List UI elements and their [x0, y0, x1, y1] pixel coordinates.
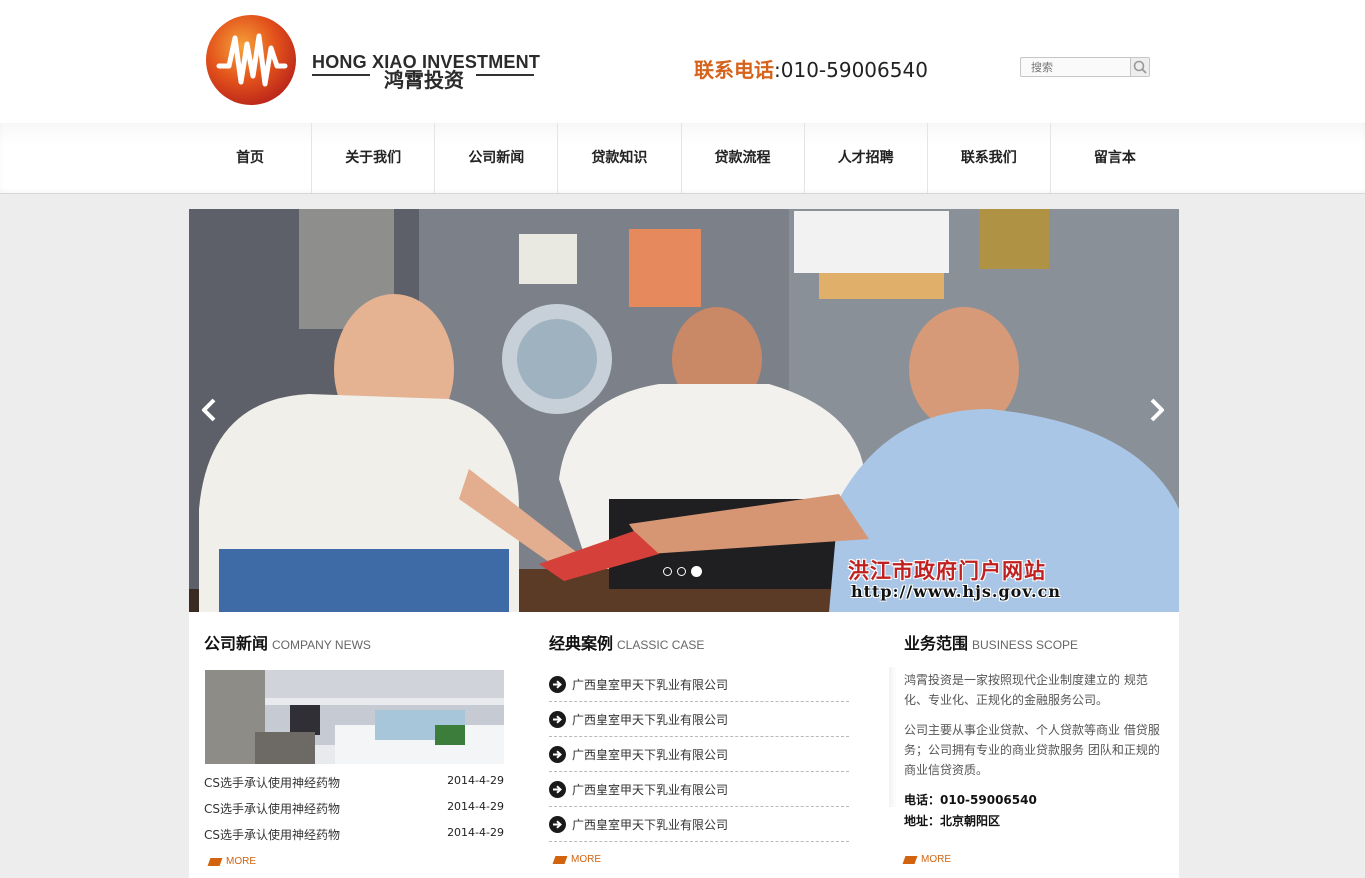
- news-item[interactable]: CS选手承认使用神经药物 2014-4-29: [204, 800, 504, 826]
- business-more-label[interactable]: MORE: [921, 854, 951, 865]
- business-title-en: BUSINESS SCOPE: [972, 638, 1079, 652]
- logo-mark-icon: [206, 15, 296, 105]
- nav-item-loan-knowledge[interactable]: 贷款知识: [558, 123, 682, 193]
- arrow-circle-icon: [549, 710, 566, 728]
- news-item[interactable]: CS选手承认使用神经药物 2014-4-29: [204, 774, 504, 800]
- slide-dot-active[interactable]: [691, 566, 702, 577]
- arrow-circle-icon: [549, 815, 566, 833]
- arrow-circle-icon: [549, 780, 566, 798]
- cases-title-cn: 经典案例: [549, 634, 614, 653]
- banner-slideshow[interactable]: 洪江市政府门户网站 http://www.hjs.gov.cn: [189, 209, 1179, 612]
- main-nav: 首页 关于我们 公司新闻 贷款知识 贷款流程 人才招聘 联系我们 留言本: [0, 123, 1365, 194]
- slide-dot[interactable]: [663, 567, 672, 576]
- case-item[interactable]: 广西皇室甲天下乳业有限公司: [549, 702, 849, 737]
- business-section-title: 业务范围 BUSINESS SCOPE: [904, 630, 1078, 654]
- business-title-cn: 业务范围: [904, 634, 969, 653]
- logo-line-right: [476, 74, 534, 76]
- business-intro: 鸿霄投资是一家按照现代企业制度建立的 规范化、专业化、正规化的金融服务公司。: [904, 673, 1148, 707]
- news-item[interactable]: CS选手承认使用神经药物 2014-4-29: [204, 826, 504, 852]
- case-list: 广西皇室甲天下乳业有限公司 广西皇室甲天下乳业有限公司 广西皇室甲天下乳业有限公…: [549, 667, 849, 842]
- news-item-date: 2014-4-29: [447, 826, 504, 839]
- arrow-circle-icon: [549, 675, 566, 693]
- logo[interactable]: HONG XIAO INVESTMENT 鸿霄投资: [205, 14, 540, 106]
- case-item-label[interactable]: 广西皇室甲天下乳业有限公司: [572, 711, 728, 728]
- case-item[interactable]: 广西皇室甲天下乳业有限公司: [549, 667, 849, 702]
- banner-watermark-cn: 洪江市政府门户网站: [848, 558, 1046, 583]
- cases-section-title: 经典案例 CLASSIC CASE: [549, 630, 704, 654]
- case-item-label[interactable]: 广西皇室甲天下乳业有限公司: [572, 816, 728, 833]
- header-phone: 联系电话:010-59006540: [694, 54, 928, 83]
- news-photo[interactable]: [205, 670, 504, 764]
- more-arrow-icon: [207, 857, 223, 866]
- business-services: 公司主要从事企业贷款、个人贷款等商业 借贷服务；公司拥有专业的商业贷款服务 团队…: [904, 723, 1160, 777]
- nav-item-contact[interactable]: 联系我们: [928, 123, 1051, 193]
- phone-label: 联系电话: [694, 58, 774, 82]
- logo-text-cn: 鸿霄投资: [384, 68, 464, 92]
- next-slide-button[interactable]: [1149, 398, 1165, 422]
- news-title-en: COMPANY NEWS: [272, 638, 371, 652]
- banner-watermark-url: http://www.hjs.gov.cn: [851, 582, 1061, 601]
- nav-item-careers[interactable]: 人才招聘: [805, 123, 928, 193]
- cases-title-en: CLASSIC CASE: [617, 638, 705, 652]
- office-photo: [205, 670, 504, 764]
- chevron-right-icon: [1150, 398, 1164, 422]
- nav-item-news[interactable]: 公司新闻: [435, 123, 559, 193]
- cases-more-label[interactable]: MORE: [571, 854, 601, 865]
- slide-indicators: [663, 566, 702, 577]
- more-arrow-icon: [552, 855, 568, 864]
- case-item[interactable]: 广西皇室甲天下乳业有限公司: [549, 807, 849, 842]
- chevron-left-icon: [202, 398, 216, 422]
- nav-item-guestbook[interactable]: 留言本: [1051, 123, 1179, 193]
- news-item-date: 2014-4-29: [447, 800, 504, 813]
- phone-number: :010-59006540: [774, 58, 928, 82]
- nav-item-loan-process[interactable]: 贷款流程: [682, 123, 805, 193]
- search-input[interactable]: [1021, 58, 1129, 76]
- business-divider: [889, 667, 897, 807]
- search-icon: [1133, 60, 1147, 74]
- news-item-title[interactable]: CS选手承认使用神经药物: [204, 800, 340, 826]
- search-box: [1020, 57, 1150, 77]
- cases-more-link[interactable]: MORE: [552, 854, 601, 865]
- logo-cn-row: 鸿霄投资: [312, 66, 534, 96]
- arrow-circle-icon: [549, 745, 566, 763]
- news-list: CS选手承认使用神经药物 2014-4-29 CS选手承认使用神经药物 2014…: [204, 774, 504, 852]
- case-item-label[interactable]: 广西皇室甲天下乳业有限公司: [572, 781, 728, 798]
- nav-item-about[interactable]: 关于我们: [312, 123, 436, 193]
- case-item-label[interactable]: 广西皇室甲天下乳业有限公司: [572, 676, 728, 693]
- business-more-link[interactable]: MORE: [902, 854, 951, 865]
- banner-photo: [189, 209, 1179, 612]
- logo-line-left: [312, 74, 370, 76]
- business-address: 地址：北京朝阳区: [904, 814, 1001, 828]
- site-header: HONG XIAO INVESTMENT 鸿霄投资 联系电话:010-59006…: [0, 0, 1365, 123]
- case-item[interactable]: 广西皇室甲天下乳业有限公司: [549, 772, 849, 807]
- more-arrow-icon: [902, 855, 918, 864]
- business-phone: 电话：010-59006540: [904, 793, 1037, 807]
- news-item-date: 2014-4-29: [447, 774, 504, 787]
- business-text: 鸿霄投资是一家按照现代企业制度建立的 规范化、专业化、正规化的金融服务公司。 公…: [904, 670, 1166, 832]
- news-item-title[interactable]: CS选手承认使用神经药物: [204, 774, 340, 800]
- news-more-label[interactable]: MORE: [226, 856, 256, 867]
- content-area: 公司新闻 COMPANY NEWS CS选手承认使用神经药物 2014-4-29 …: [189, 612, 1179, 878]
- search-button[interactable]: [1130, 58, 1149, 76]
- slide-dot[interactable]: [677, 567, 686, 576]
- news-title-cn: 公司新闻: [204, 634, 269, 653]
- case-item-label[interactable]: 广西皇室甲天下乳业有限公司: [572, 746, 728, 763]
- nav-item-home[interactable]: 首页: [189, 123, 313, 193]
- case-item[interactable]: 广西皇室甲天下乳业有限公司: [549, 737, 849, 772]
- prev-slide-button[interactable]: [201, 398, 217, 422]
- news-more-link[interactable]: MORE: [207, 856, 256, 867]
- news-item-title[interactable]: CS选手承认使用神经药物: [204, 826, 340, 852]
- news-section-title: 公司新闻 COMPANY NEWS: [204, 630, 371, 654]
